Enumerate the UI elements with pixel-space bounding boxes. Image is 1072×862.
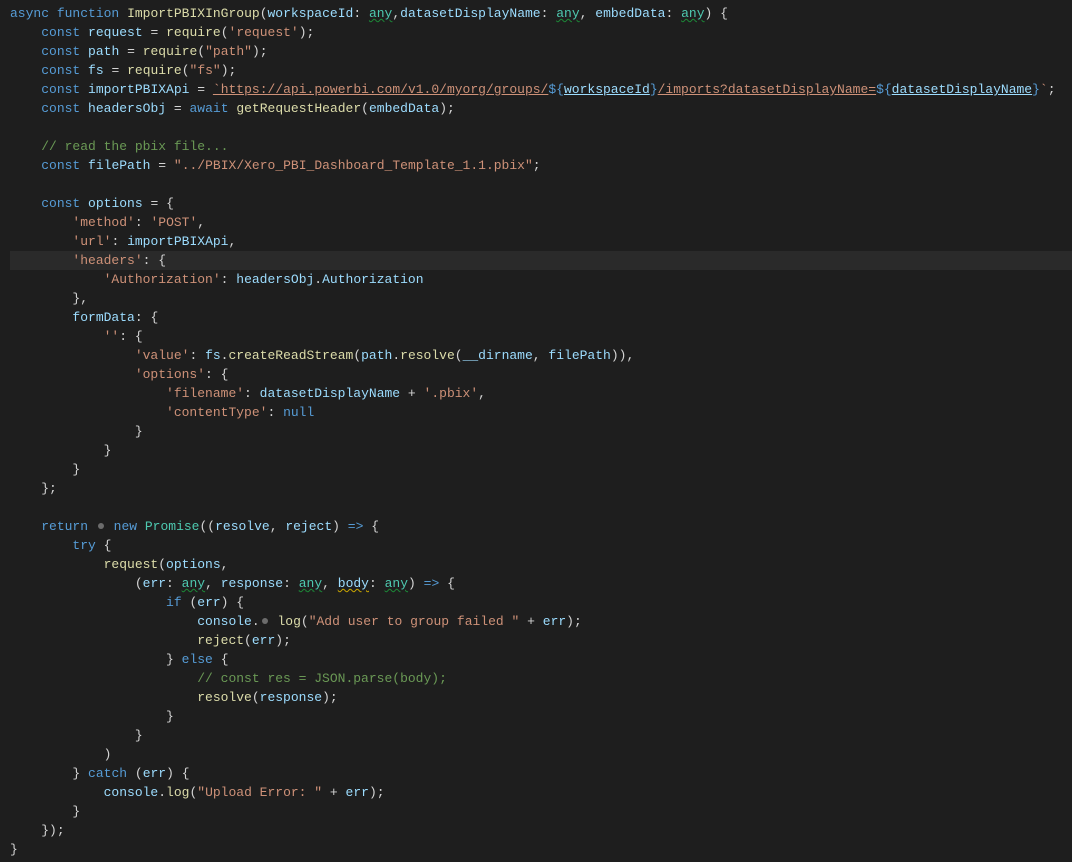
- code-line: }: [10, 441, 1072, 460]
- code-line: return new Promise((resolve, reject) => …: [10, 517, 1072, 536]
- code-line: formData: {: [10, 308, 1072, 327]
- code-line: '': {: [10, 327, 1072, 346]
- code-line: }: [10, 460, 1072, 479]
- code-line: const request = require('request');: [10, 23, 1072, 42]
- code-editor[interactable]: async function ImportPBIXInGroup(workspa…: [0, 0, 1072, 862]
- code-line: const fs = require("fs");: [10, 61, 1072, 80]
- code-line: if (err) {: [10, 593, 1072, 612]
- debug-breakpoint-hint-icon[interactable]: [98, 523, 104, 529]
- code-line: (err: any, response: any, body: any) => …: [10, 574, 1072, 593]
- code-line: console. log("Add user to group failed "…: [10, 612, 1072, 631]
- code-line: request(options,: [10, 555, 1072, 574]
- code-line: }: [10, 422, 1072, 441]
- code-line: const filePath = "../PBIX/Xero_PBI_Dashb…: [10, 156, 1072, 175]
- code-line: }: [10, 840, 1072, 859]
- code-line: console.log("Upload Error: " + err);: [10, 783, 1072, 802]
- code-line: } else {: [10, 650, 1072, 669]
- code-line: resolve(response);: [10, 688, 1072, 707]
- code-line: 'method': 'POST',: [10, 213, 1072, 232]
- debug-breakpoint-hint-icon[interactable]: [262, 618, 268, 624]
- code-line: [10, 118, 1072, 137]
- code-line: }: [10, 726, 1072, 745]
- code-line: });: [10, 821, 1072, 840]
- code-line: 'Authorization': headersObj.Authorizatio…: [10, 270, 1072, 289]
- code-line: const options = {: [10, 194, 1072, 213]
- code-line-current: 'headers': {: [10, 251, 1072, 270]
- code-line: const path = require("path");: [10, 42, 1072, 61]
- code-line: try {: [10, 536, 1072, 555]
- code-line: ): [10, 745, 1072, 764]
- code-line: [10, 498, 1072, 517]
- code-line: // const res = JSON.parse(body);: [10, 669, 1072, 688]
- code-line: 'contentType': null: [10, 403, 1072, 422]
- code-line: 'filename': datasetDisplayName + '.pbix'…: [10, 384, 1072, 403]
- code-line: 'options': {: [10, 365, 1072, 384]
- code-line: const headersObj = await getRequestHeade…: [10, 99, 1072, 118]
- code-line: }: [10, 707, 1072, 726]
- code-line: 'value': fs.createReadStream(path.resolv…: [10, 346, 1072, 365]
- code-line: reject(err);: [10, 631, 1072, 650]
- code-line: } catch (err) {: [10, 764, 1072, 783]
- code-line: }: [10, 802, 1072, 821]
- code-line: [10, 175, 1072, 194]
- code-line: const importPBIXApi = `https://api.power…: [10, 80, 1072, 99]
- code-line: 'url': importPBIXApi,: [10, 232, 1072, 251]
- code-line: },: [10, 289, 1072, 308]
- code-line: };: [10, 479, 1072, 498]
- code-line: async function ImportPBIXInGroup(workspa…: [10, 4, 1072, 23]
- code-line: // read the pbix file...: [10, 137, 1072, 156]
